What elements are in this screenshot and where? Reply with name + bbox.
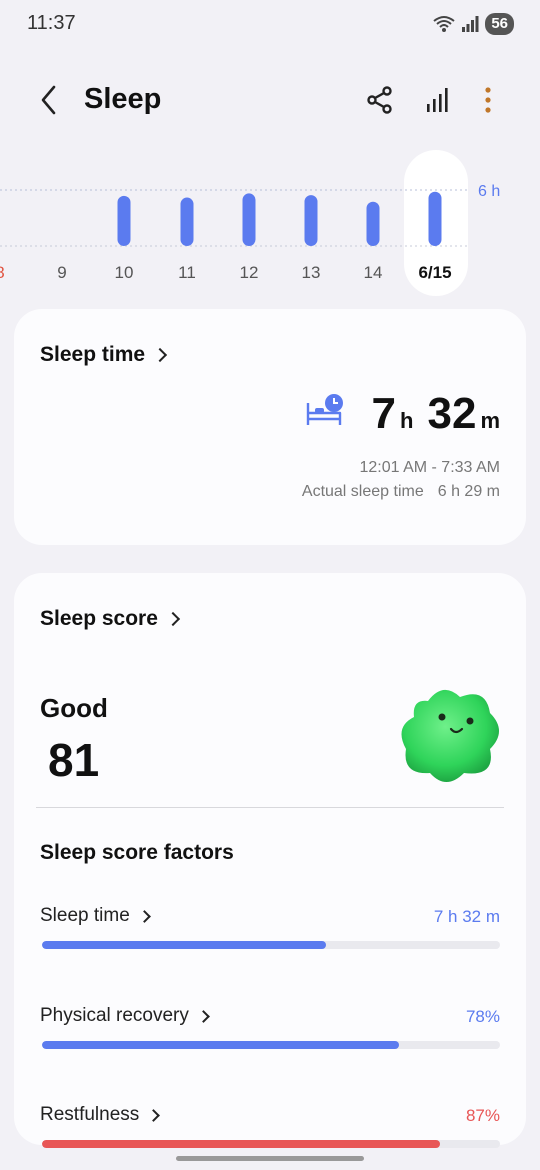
- factor-restfulness-name: Restfulness: [40, 1104, 161, 1126]
- chart-x-label: 8: [0, 263, 5, 282]
- chevron-right-icon: [147, 1108, 161, 1122]
- progress-fill: [42, 941, 326, 949]
- factor-restfulness-value: 87%: [465, 1106, 500, 1125]
- chart-x-label: 12: [240, 263, 259, 282]
- section-divider: [36, 807, 504, 808]
- factor-sleep-time-name: Sleep time: [40, 905, 151, 927]
- factors-title: Sleep score factors: [40, 841, 234, 864]
- factor-sleep-time[interactable]: Sleep time 7 h 32 m: [40, 905, 500, 965]
- progress-track: [42, 1041, 500, 1049]
- status-bar: 11:37 56: [0, 0, 540, 50]
- progress-fill: [42, 1140, 441, 1148]
- actual-sleep-label: Actual sleep time: [301, 483, 424, 500]
- factor-restfulness[interactable]: Restfulness 87%: [40, 1104, 500, 1164]
- bed-clock-icon: [306, 394, 343, 425]
- sleep-time-title[interactable]: Sleep time: [40, 343, 168, 367]
- factor-label: Sleep time: [40, 905, 130, 926]
- hours-unit: h: [400, 408, 414, 433]
- back-button[interactable]: [34, 82, 66, 118]
- sleep-chart-svg: 6 h 8 9 10 11 12 13 14 6/15: [0, 183, 500, 282]
- share-icon[interactable]: [362, 82, 398, 118]
- chart-bar[interactable]: [304, 195, 318, 246]
- wifi-icon: [433, 16, 455, 32]
- factor-physical-recovery[interactable]: Physical recovery 78%: [40, 1005, 500, 1065]
- chevron-right-icon: [152, 347, 168, 363]
- chevron-right-icon: [165, 611, 180, 627]
- more-vert-icon[interactable]: [470, 82, 506, 118]
- actual-sleep-value: 6 h 29 m: [437, 483, 500, 500]
- bar-chart-icon[interactable]: [420, 82, 456, 118]
- fluffy-mascot-icon: [401, 689, 499, 782]
- page-title: Sleep: [84, 83, 162, 115]
- reference-label: 6 h: [478, 183, 500, 200]
- status-icons: 56: [433, 13, 514, 35]
- factor-sleep-time-value: 7 h 32 m: [433, 907, 500, 926]
- chevron-right-icon: [137, 909, 151, 923]
- chart-x-label: 6/15: [418, 263, 451, 282]
- factor-label: Restfulness: [40, 1104, 140, 1125]
- signal-icon: [462, 16, 479, 32]
- progress-track: [42, 941, 500, 949]
- chart-x-label: 10: [115, 263, 134, 282]
- actual-sleep-row: Actual sleep time 6 h 29 m: [302, 483, 500, 501]
- chart-x-label: 11: [178, 263, 196, 282]
- home-indicator[interactable]: [176, 1156, 364, 1161]
- chart-bar[interactable]: [180, 197, 194, 246]
- minutes-unit: m: [480, 408, 500, 433]
- chart-x-label: 14: [364, 263, 383, 282]
- sleep-time-range: 12:01 AM - 7:33 AM: [359, 459, 500, 476]
- chart-bar[interactable]: [428, 191, 442, 246]
- progress-fill: [42, 1041, 400, 1049]
- sleep-score-title[interactable]: Sleep score: [40, 607, 180, 631]
- sleep-duration: 7 h 32 m: [372, 389, 500, 439]
- sleep-time-title-label: Sleep time: [40, 343, 146, 366]
- factor-label: Physical recovery: [40, 1005, 189, 1026]
- factor-physical-recovery-name: Physical recovery: [40, 1005, 210, 1027]
- app-header: Sleep: [0, 70, 540, 130]
- chart-bar[interactable]: [117, 195, 131, 246]
- chart-x-label: 9: [57, 263, 66, 282]
- score-rating: Good: [40, 693, 108, 723]
- status-time: 11:37: [27, 12, 76, 34]
- chart-bar[interactable]: [242, 193, 256, 246]
- progress-track: [42, 1140, 500, 1148]
- factor-physical-recovery-value: 78%: [465, 1007, 500, 1026]
- chevron-right-icon: [197, 1009, 210, 1023]
- battery-indicator: 56: [485, 13, 514, 35]
- score-value: 81: [48, 734, 100, 786]
- sleep-time-card[interactable]: Sleep time 7 h 32 m 12:01 AM - 7:33 AM A…: [14, 309, 526, 545]
- chart-bar[interactable]: [366, 201, 380, 246]
- sleep-score-card[interactable]: Sleep score Good 81 Sleep score factors …: [14, 573, 526, 1148]
- sleep-hours: 7: [371, 389, 397, 438]
- sleep-chart: 6 h 8 9 10 11 12 13 14 6/15: [0, 150, 540, 300]
- sleep-score-title-label: Sleep score: [40, 607, 158, 630]
- chart-x-label: 13: [302, 263, 321, 282]
- sleep-minutes: 32: [427, 389, 477, 438]
